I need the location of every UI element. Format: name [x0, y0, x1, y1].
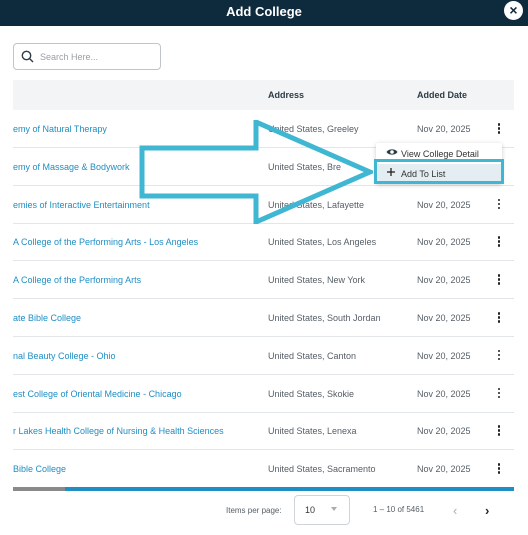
college-name-link[interactable]: emy of Natural Therapy [13, 124, 107, 134]
table-header: Address Added Date [13, 80, 514, 110]
college-added-date: Nov 20, 2025 [417, 237, 471, 248]
horizontal-scrollbar[interactable] [13, 487, 514, 491]
previous-page-icon[interactable]: ‹ [453, 503, 457, 518]
more-options-icon[interactable] [495, 387, 503, 400]
college-name-link[interactable]: emy of Massage & Bodywork [13, 162, 130, 172]
table-row: Bible College United States, Sacramento No… [13, 450, 514, 489]
table-row: est College of Oriental Medicine - Chica… [13, 375, 514, 413]
more-options-icon[interactable] [495, 274, 503, 286]
college-name-link[interactable]: ate Bible College [13, 313, 81, 323]
add-college-modal: Add College × Address Added Date emy of … [0, 0, 528, 535]
pagination-range: 1 – 10 of 5461 [373, 505, 425, 514]
college-name-link[interactable]: A College of the Performing Arts [13, 275, 141, 285]
eye-icon [386, 149, 398, 155]
items-per-page-value: 10 [305, 505, 316, 515]
annotation-arrow [139, 120, 373, 224]
college-name-link[interactable]: r Lakes Health College of Nursing & Heal… [13, 426, 224, 436]
search-input[interactable] [40, 49, 156, 65]
modal-header: Add College × [0, 0, 528, 26]
college-address: United States, South Jordan [268, 313, 381, 323]
college-added-date: Nov 20, 2025 [417, 199, 471, 210]
table-row: nal Beauty College - Ohio United States, … [13, 337, 514, 375]
college-added-date: Nov 20, 2025 [417, 313, 471, 323]
college-name-link[interactable]: A College of the Performing Arts - Los A… [13, 237, 198, 247]
college-name-link[interactable]: emies of Interactive Entertainment [13, 200, 150, 210]
modal-title: Add College [226, 4, 302, 19]
view-college-detail-label: View College Detail [401, 149, 479, 159]
column-header-address: Address [268, 90, 305, 100]
column-header-added-date: Added Date [417, 90, 468, 100]
highlight-box [374, 159, 504, 184]
table-row: A College of the Performing Arts - Los A… [13, 223, 514, 262]
more-options-icon[interactable] [495, 312, 503, 324]
college-address: United States, Canton [268, 350, 357, 361]
items-per-page-label: Items per page: [226, 506, 282, 515]
college-address: United States, Skokie [268, 388, 355, 399]
college-address: United States, Los Angeles [268, 237, 377, 248]
table-row: A College of the Performing Arts United S… [13, 261, 514, 300]
more-options-icon[interactable] [495, 236, 503, 248]
next-page-icon[interactable]: › [485, 503, 489, 518]
college-address: United States, New York [268, 275, 366, 286]
college-added-date: Nov 20, 2025 [417, 464, 471, 475]
college-name-link[interactable]: Bible College [13, 464, 66, 474]
college-added-date: Nov 20, 2025 [417, 426, 471, 437]
table-row: r Lakes Health College of Nursing & Heal… [13, 412, 514, 451]
more-options-icon[interactable] [495, 463, 503, 475]
more-options-icon[interactable] [495, 123, 503, 135]
close-icon[interactable]: × [504, 1, 523, 20]
college-address: United States, Sacramento [268, 464, 376, 475]
search-icon [21, 50, 34, 63]
chevron-down-icon [331, 507, 337, 511]
more-options-icon[interactable] [495, 198, 503, 211]
table-row: ate Bible College United States, South Jo… [13, 299, 514, 337]
college-added-date: Nov 20, 2025 [417, 124, 471, 134]
college-added-date: Nov 20, 2025 [417, 388, 471, 399]
college-added-date: Nov 20, 2025 [417, 275, 471, 286]
more-options-icon[interactable] [495, 425, 503, 437]
college-address: United States, Lenexa [268, 426, 357, 437]
scrollbar-thumb[interactable] [13, 487, 65, 491]
college-name-link[interactable]: nal Beauty College - Ohio [13, 351, 116, 361]
items-per-page-select[interactable]: 10 [294, 495, 350, 525]
college-name-link[interactable]: est College of Oriental Medicine - Chica… [13, 389, 182, 399]
more-options-icon[interactable] [495, 349, 503, 362]
search-box[interactable] [13, 43, 161, 70]
college-added-date: Nov 20, 2025 [417, 350, 471, 361]
